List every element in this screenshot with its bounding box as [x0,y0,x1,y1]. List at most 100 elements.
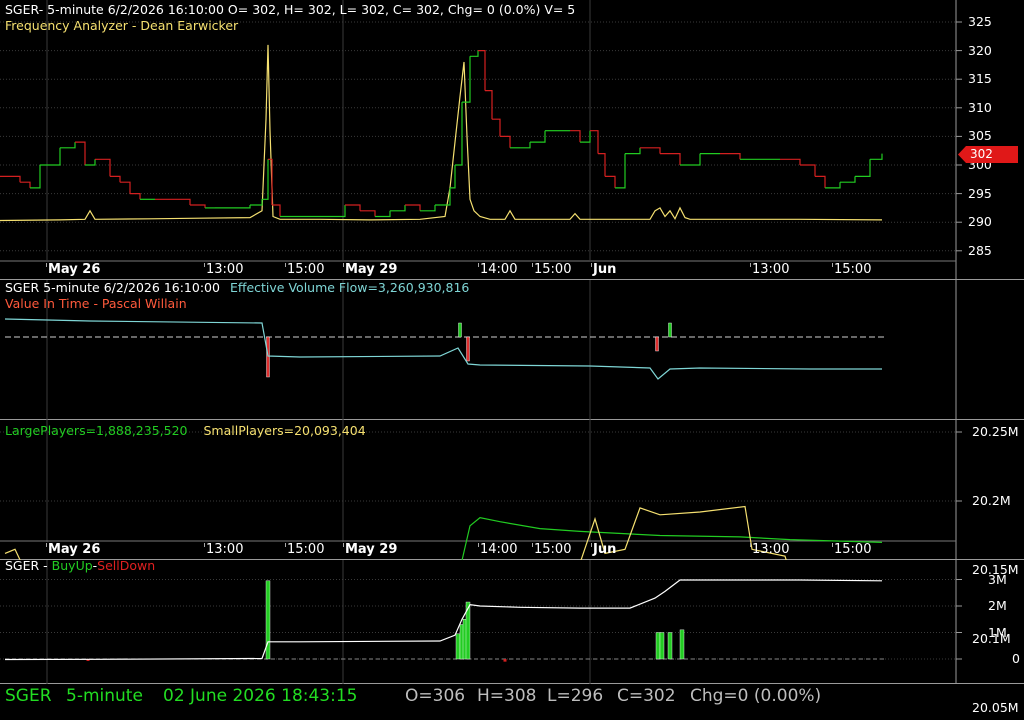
buy-pane-prefix: SGER - [5,558,52,573]
price-step-segment [20,181,31,188]
time-axis-tick [478,543,479,547]
buy-pane-legend: SGER - BuyUp-SellDown [5,558,155,574]
flow-histogram-bar [466,336,470,362]
cumulative-buy-line [4,579,883,661]
price-step-segment [95,158,111,177]
price-step-segment [40,147,61,166]
price-step-segment [30,165,41,189]
price-step-segment [320,205,346,218]
time-axis-tick [343,543,344,547]
flow-title-text: SGER 5-minute 6/2/2026 16:10:00 [5,280,220,295]
flow-histogram-bar [458,322,462,338]
price-step-segment [250,199,263,206]
price-step-segment [660,153,681,165]
price-step-segment [405,204,421,211]
time-axis-label: 15:00 [534,542,572,557]
selldown-bar [503,659,507,662]
price-y-tick-label: 295 [968,185,992,201]
time-axis-label: Jun [593,542,617,557]
price-y-tick-label: 285 [968,242,992,258]
time-axis-label: Jun [593,262,617,277]
time-axis-label: 13:00 [752,542,790,557]
effective-volume-flow-label: Effective Volume Flow=3,260,930,816 [229,280,470,295]
large-players-label: LargePlayers=1,888,235,520 [5,423,188,438]
buyup-bar [455,633,461,660]
price-step-segment [190,204,206,208]
price-indicator-label: Frequency Analyzer - Dean Earwicker [5,18,239,33]
time-axis-tick [204,263,205,267]
time-axis-label: 13:00 [206,262,244,277]
small-players-label: SmallPlayers=20,093,404 [203,423,366,438]
price-step-segment [570,130,581,143]
price-step-segment [0,175,21,183]
time-axis-tick [285,543,286,547]
last-price-tag-label: 302 [970,147,993,161]
players-y-tick-label: 20.2M [972,493,1011,508]
players-chart[interactable] [0,420,1024,560]
price-step-segment [615,153,626,189]
status-symbol: SGER [5,686,52,706]
last-price-tag: 302 [958,146,1018,163]
price-step-segment [155,198,191,205]
buy-y-tick-label: 2M [988,598,1007,613]
time-axis-label: 15:00 [834,262,872,277]
time-axis-tick [832,263,833,267]
status-datetime: 02 June 2026 18:43:15 [163,686,358,706]
status-low: L=296 [547,686,604,706]
price-step-segment [470,50,479,57]
time-axis-label: 15:00 [534,262,572,277]
price-step-segment [680,153,701,166]
price-step-segment [590,130,599,154]
time-axis-label: May 29 [345,542,398,557]
price-step-segment [492,118,501,137]
price-y-tick-label: 320 [968,42,992,58]
price-step-segment [840,176,856,183]
price-step-segment [500,135,511,148]
time-axis-tick [46,263,47,267]
price-step-segment [825,182,841,189]
price-step-segment [720,153,741,160]
price-step-segment [478,49,486,91]
time-axis-label: 15:00 [287,262,325,277]
time-axis-tick [832,543,833,547]
volume-flow-pane: SGER 5-minute 6/2/2026 16:10:00 Effectiv… [0,280,1024,420]
buyup-bar [659,632,665,660]
price-step-segment [235,205,251,209]
buyup-bar [655,632,661,660]
flow-pane-title: SGER 5-minute 6/2/2026 16:10:00 Effectiv… [5,280,469,296]
price-step-segment [855,159,871,177]
price-step-segment [75,141,86,165]
price-step-segment [605,175,616,188]
buy-y-tick-label: 1M [988,624,1007,640]
price-chart[interactable] [0,0,1024,280]
time-axis-tick [204,543,205,547]
time-axis-label: May 26 [48,262,101,277]
time-axis-tick [285,263,286,267]
price-step-segment [85,159,96,166]
time-axis-label: 14:00 [480,542,518,557]
time-axis-label: 15:00 [834,542,872,557]
buyup-label: BuyUp [51,558,93,573]
status-interval: 5-minute [66,686,143,706]
selldown-label: SellDown [97,558,156,573]
buy-y-tick-label: 0 [1012,651,1020,666]
price-pane-title: SGER- 5-minute 6/2/2026 16:10:00 O= 302,… [5,2,576,17]
buyup-bar [679,629,685,660]
time-axis-tick [591,263,592,267]
flow-histogram-bar [668,322,672,338]
players-pane-legend: LargePlayers=1,888,235,520 SmallPlayers=… [5,423,366,439]
price-step-segment [130,193,141,200]
price-step-segment [640,147,661,154]
players-pane: LargePlayers=1,888,235,520 SmallPlayers=… [0,420,1024,715]
time-axis-tick [750,543,751,547]
flow-histogram-bar [655,336,659,352]
buyup-bar [667,632,673,660]
buyup-selldown-chart[interactable] [0,560,1024,684]
time-axis-tick [750,263,751,267]
time-axis-tick [343,263,344,267]
price-step-segment [870,153,883,160]
price-step-segment [110,175,121,183]
price-step-segment [780,158,801,165]
status-open: O=306 [405,686,466,706]
flow-histogram-bar [266,336,270,378]
